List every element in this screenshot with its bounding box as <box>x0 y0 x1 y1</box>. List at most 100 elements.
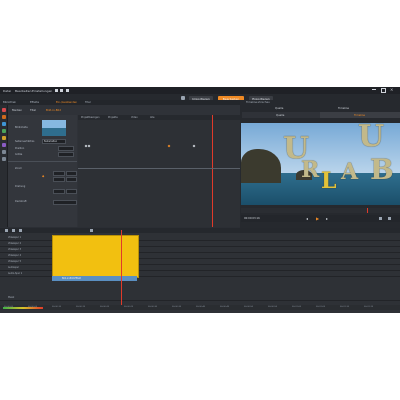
prev-frame-icon[interactable]: ◂ <box>306 216 308 221</box>
transition-icon[interactable] <box>1 115 6 119</box>
keyframe-header: Projektbezogen Projekte Video Alle <box>78 115 240 120</box>
aspect-select[interactable]: Beibehalten <box>42 139 66 144</box>
preview-subtab-timeline-bg: Timeline <box>320 112 400 118</box>
marker-icon[interactable] <box>90 229 93 232</box>
video-clip[interactable] <box>52 235 139 278</box>
kf-header-alle[interactable]: Alle <box>150 116 154 119</box>
timeline-ruler[interactable]: 00:00:00 00:00:05 00:00:10 00:00:15 00:0… <box>0 305 400 310</box>
position-field[interactable] <box>58 146 74 151</box>
menu-item-einstellungen[interactable]: Einstellungen <box>32 89 52 93</box>
letter-l: L <box>321 168 337 194</box>
link-icon[interactable]: ◆ <box>42 174 44 178</box>
timeline-panel: Videospur 1 Videospur 2 Videospur 3 Vide… <box>0 228 400 313</box>
stabilize-icon[interactable] <box>1 157 6 161</box>
audio-clip[interactable]: Bild-in-Bild-Effekt <box>52 276 137 281</box>
fullscreen-icon[interactable] <box>379 217 382 220</box>
ruler-tick: 00:01:15 <box>364 306 373 308</box>
letter-b: B <box>370 153 394 186</box>
scrubber-playhead[interactable] <box>367 208 368 213</box>
preview-title: Timeline-Vorschau <box>246 101 270 104</box>
title-icon[interactable] <box>1 122 6 126</box>
thumbnail-image[interactable] <box>42 120 66 136</box>
track-label[interactable]: Videospur 5 <box>8 260 21 263</box>
ruler-tick: 00:00:20 <box>100 306 109 308</box>
kf-header-projekte[interactable]: Projekte <box>108 116 118 119</box>
magnet-icon[interactable] <box>19 229 22 232</box>
cliff-left <box>241 149 281 183</box>
timeline-playhead[interactable] <box>121 230 122 310</box>
keyframe-divider <box>78 168 240 169</box>
track-label[interactable]: Videospur 4 <box>8 254 21 257</box>
kf-header-video[interactable]: Video <box>131 116 138 119</box>
effects-icon[interactable] <box>1 108 6 112</box>
zoom-w-field[interactable] <box>53 177 65 182</box>
track-label[interactable]: Audiospur <box>8 266 19 269</box>
size-field[interactable] <box>58 152 74 157</box>
help-icon[interactable] <box>66 89 69 92</box>
kf-header-projektbezogen[interactable]: Projektbezogen <box>81 116 99 119</box>
rotation-y-field[interactable] <box>66 189 77 194</box>
track-label[interactable]: Videospur 1 <box>8 236 21 239</box>
track-icon[interactable] <box>5 229 8 232</box>
ruler-tick: 00:01:10 <box>340 306 349 308</box>
ruler-tick: 00:00:55 <box>268 306 277 308</box>
label-zoom: Zoom <box>15 167 22 170</box>
ruler-tick: 00:00:45 <box>220 306 229 308</box>
preview-tab-timeline[interactable]: Timeline <box>338 107 349 110</box>
undo-icon[interactable] <box>55 89 58 92</box>
pinnacle-app-window: Datei Bearbeiten Einstellungen × Importi… <box>0 87 400 313</box>
transport-bar: 00:00:03:16 ◂ ▶ ▸ <box>241 215 400 222</box>
play-icon[interactable]: ▶ <box>316 216 319 221</box>
zoom-h-field[interactable] <box>66 177 77 182</box>
letter-u2: U <box>358 123 385 154</box>
audio-icon[interactable] <box>1 129 6 133</box>
zoom-x-field[interactable] <box>53 171 65 176</box>
next-frame-icon[interactable]: ▸ <box>326 216 328 221</box>
preview-subtab-quelle[interactable]: Quelle <box>276 114 284 117</box>
redo-icon[interactable] <box>60 89 63 92</box>
keyframe-area[interactable] <box>78 115 240 227</box>
label-seitenverhaeltnis: Seitenverhältnis <box>15 140 35 143</box>
preview-scrubber[interactable] <box>241 208 400 213</box>
close-icon[interactable]: × <box>390 87 393 92</box>
ruler-tick: 00:01:00 <box>292 306 301 308</box>
ruler-tick: 00:00:50 <box>244 306 253 308</box>
menu-item-bearbeiten[interactable]: Bearbeiten <box>15 89 31 93</box>
subtab-medien[interactable]: Medien <box>12 108 22 113</box>
track-label[interactable]: Audio-Spur 1 <box>8 272 22 275</box>
zoom-y-field[interactable] <box>66 171 77 176</box>
opacity-field[interactable] <box>53 200 77 205</box>
track-label[interactable]: Videospur 3 <box>8 248 21 251</box>
subtab-bild-in-bild[interactable]: Bild-in-Bild <box>46 108 61 113</box>
menu-item-datei[interactable]: Datei <box>3 89 11 93</box>
rotation-x-field[interactable] <box>53 189 65 194</box>
crop-icon[interactable] <box>1 150 6 154</box>
pip-icon[interactable] <box>1 136 6 140</box>
volume-icon[interactable] <box>388 217 391 220</box>
letter-r: R <box>301 157 320 183</box>
preview-subtab-timeline[interactable]: Timeline <box>354 114 365 117</box>
preview-subtab-source-bg: Quelle <box>242 112 320 118</box>
label-deckkraft: Deckkraft <box>15 200 27 203</box>
preview-tab-quelle[interactable]: Quelle <box>275 107 283 110</box>
ruler-tick: 00:00:15 <box>76 306 85 308</box>
ruler-tick: 00:00:35 <box>172 306 181 308</box>
maximize-icon[interactable] <box>381 88 386 93</box>
audio-level-meter <box>3 307 43 309</box>
keyframe-playhead[interactable] <box>212 115 213 227</box>
menu-bar: Datei Bearbeiten Einstellungen × <box>0 87 400 94</box>
side-toolbar <box>0 105 8 227</box>
ruler-tick: 00:00:10 <box>52 306 61 308</box>
ruler-tick: 00:00:25 <box>124 306 133 308</box>
ruler-tick: 00:01:05 <box>316 306 325 308</box>
minimize-icon[interactable] <box>372 89 376 90</box>
scissors-icon[interactable] <box>12 229 15 232</box>
clip-label: Bild-in-Bild-Effekt <box>62 277 81 280</box>
subtab-titel[interactable]: Titel <box>30 108 36 113</box>
track-label[interactable]: Musik <box>8 296 14 299</box>
preview-image[interactable]: U R L A U B <box>241 123 400 205</box>
track-label[interactable]: Videospur 2 <box>8 242 21 245</box>
color-icon[interactable] <box>1 143 6 147</box>
aspect-select-value: Beibehalten <box>44 140 58 143</box>
label-drehung: Drehung <box>15 185 26 188</box>
